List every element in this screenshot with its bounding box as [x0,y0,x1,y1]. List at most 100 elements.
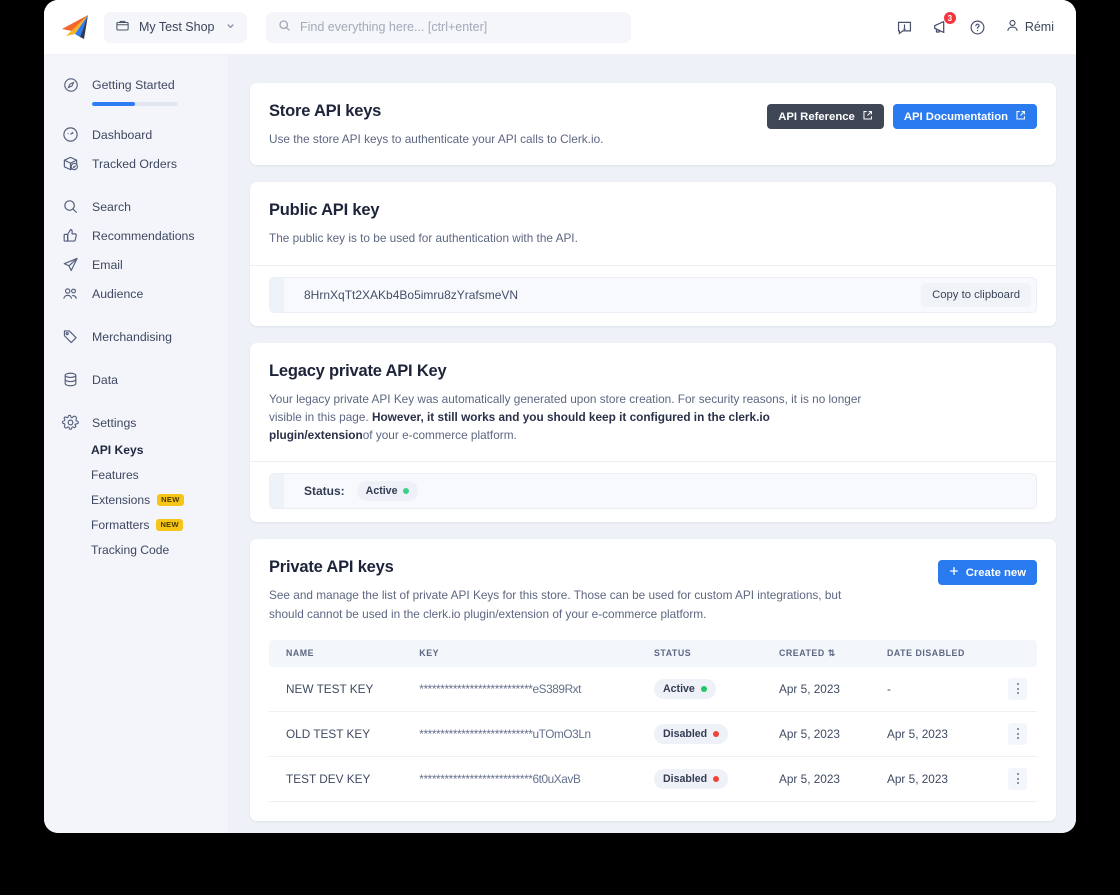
sidebar-nav-groups: Dashboard Tracked Orders SearchRecommendat… [44,120,228,437]
sidebar-item-data[interactable]: Data [44,365,228,394]
sidebar-group: Dashboard Tracked Orders [44,120,228,178]
table-row[interactable]: TEST DEV KEY***************************6… [269,756,1037,801]
tags-icon [62,328,79,345]
app-window: My Test Shop Find everything here... [ct… [44,0,1076,833]
cell-created: Apr 5, 2023 [769,711,877,756]
sidebar-item-label: Email [92,258,123,272]
sidebar-subitem-tracking-code[interactable]: Tracking Code [91,537,228,562]
sort-updown-icon[interactable]: ⇅ [828,648,836,658]
kebab-menu-icon[interactable] [1008,678,1027,700]
api-documentation-button[interactable]: API Documentation [893,104,1037,129]
cell-status: Disabled [644,711,769,756]
legacy-desc-part2: of your e-commerce platform. [363,428,517,442]
sidebar-subitem-features[interactable]: Features [91,462,228,487]
table-body: NEW TEST KEY***************************e… [269,667,1037,802]
store-api-keys-card: Store API keys Use the store API keys to… [250,83,1056,165]
progress-fill [92,102,135,106]
column-header-created[interactable]: CREATED ⇅ [769,640,877,667]
sidebar-item-email[interactable]: Email [44,250,228,279]
search-input[interactable]: Find everything here... [ctrl+enter] [300,20,487,34]
plus-icon [949,566,959,579]
table-row[interactable]: OLD TEST KEY***************************u… [269,711,1037,756]
sidebar-item-settings[interactable]: Settings [44,408,228,437]
cell-date-disabled: - [877,667,997,712]
api-reference-label: API Reference [778,111,855,123]
gear-icon [62,414,79,431]
sidebar-subitem-label: API Keys [91,443,143,457]
top-bar: My Test Shop Find everything here... [ct… [44,0,1076,55]
people-group-icon [62,285,79,302]
legacy-private-api-key-description: Your legacy private API Key was automati… [269,390,869,445]
sidebar-subitem-label: Tracking Code [91,543,169,557]
user-name: Rémi [1025,20,1054,34]
clerk-paper-plane-logo[interactable] [58,12,92,42]
sidebar-item-tracked-orders[interactable]: Tracked Orders [44,149,228,178]
getting-started-progress [44,99,228,106]
speedometer-icon [62,126,79,143]
package-check-icon [62,155,79,172]
cell-key: ***************************uTOmO3Ln [409,711,644,756]
global-search[interactable]: Find everything here... [ctrl+enter] [266,12,631,43]
sidebar-item-merchandising[interactable]: Merchandising [44,322,228,351]
chevron-down-icon [225,20,236,34]
cell-status: Active [644,667,769,712]
create-new-button[interactable]: Create new [938,560,1037,585]
settings-subnav: API Keys Features ExtensionsNEWFormattersN… [44,437,228,562]
user-menu[interactable]: Rémi [1005,18,1054,36]
external-link-icon [1015,110,1026,124]
copy-to-clipboard-button[interactable]: Copy to clipboard [921,283,1031,307]
sidebar-subitem-formatters[interactable]: FormattersNEW [91,512,228,537]
private-api-keys-table: NAME KEY STATUS CREATED ⇅ DATE DISABLED [269,640,1037,802]
private-api-keys-card: Private API keys See and manage the list… [250,539,1056,821]
legacy-private-api-key-card: Legacy private API Key Your legacy priva… [250,343,1056,523]
private-api-keys-title: Private API keys [269,558,924,577]
table-header: NAME KEY STATUS CREATED ⇅ DATE DISABLED [269,640,1037,667]
sidebar-item-label: Getting Started [92,78,175,92]
sidebar-subitem-extensions[interactable]: ExtensionsNEW [91,487,228,512]
store-icon [115,18,130,36]
status-dot-icon [403,488,409,494]
status-dot-icon [713,776,719,782]
help-circle-icon[interactable] [969,19,986,36]
sidebar-item-label: Tracked Orders [92,157,177,171]
public-api-key-value: 8HrnXqTt2XAKb4Bo5imru8zYrafsmeVN [284,288,921,302]
cell-key: ***************************6t0uXavB [409,756,644,801]
cell-created: Apr 5, 2023 [769,756,877,801]
legacy-status-label: Status: [284,484,345,498]
column-header-name: NAME [269,640,409,667]
sidebar-item-audience[interactable]: Audience [44,279,228,308]
cell-key: ***************************eS389Rxt [409,667,644,712]
sidebar-item-getting-started[interactable]: Getting Started [44,70,228,99]
cell-name: NEW TEST KEY [269,667,409,712]
sidebar-item-recommendations[interactable]: Recommendations [44,221,228,250]
paper-plane-icon [62,256,79,273]
sidebar-item-search[interactable]: Search [44,192,228,221]
feedback-message-icon[interactable] [896,19,913,36]
search-icon [62,198,79,215]
megaphone-icon[interactable]: 3 [932,18,950,36]
row-accent-strip [270,474,284,508]
api-reference-button[interactable]: API Reference [767,104,884,129]
sidebar-subitem-api-keys[interactable]: API Keys [91,437,228,462]
cell-date-disabled: Apr 5, 2023 [877,711,997,756]
public-api-key-card: Public API key The public key is to be u… [250,182,1056,325]
kebab-menu-icon[interactable] [1008,723,1027,745]
shop-selector[interactable]: My Test Shop [104,12,247,43]
sidebar-group: Settings [44,408,228,437]
table-row[interactable]: NEW TEST KEY***************************e… [269,667,1037,712]
column-header-date-disabled: DATE DISABLED [877,640,997,667]
announcements-badge: 3 [943,11,957,25]
column-header-status: STATUS [644,640,769,667]
sidebar-subitem-label: Features [91,468,139,482]
sidebar-item-label: Settings [92,416,136,430]
status-badge: Active [654,679,716,699]
page-title: Store API keys [269,102,753,121]
app-body: Getting Started Dashboard Tracked Orders S… [44,55,1076,833]
new-badge: NEW [157,494,183,506]
kebab-menu-icon[interactable] [1008,768,1027,790]
cell-name: TEST DEV KEY [269,756,409,801]
status-badge-label: Active [663,683,695,695]
status-dot-icon [701,686,707,692]
status-dot-icon [713,731,719,737]
sidebar-item-dashboard[interactable]: Dashboard [44,120,228,149]
